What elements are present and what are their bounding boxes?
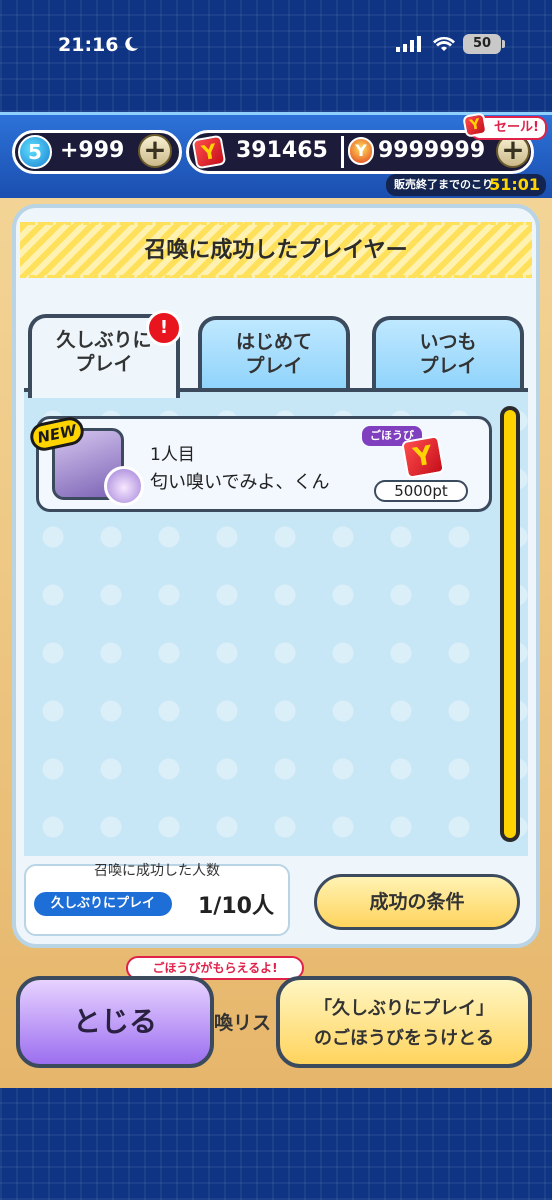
ymoney-value: 391465 xyxy=(236,138,328,163)
stamina-value: +999 xyxy=(60,138,125,163)
summon-count-value: 1/10人 xyxy=(198,894,274,919)
close-button[interactable]: とじる xyxy=(16,976,214,1068)
add-stamina-button[interactable]: + xyxy=(138,134,172,168)
status-time: 21:16 xyxy=(58,34,119,56)
summon-list-label: 喚リス xyxy=(214,1012,272,1034)
ymoney-icon: Y xyxy=(191,134,227,170)
avatar-character-icon xyxy=(104,466,144,506)
moon-icon xyxy=(125,36,138,51)
bottom-background xyxy=(0,1088,552,1200)
currency-divider xyxy=(341,136,344,168)
sale-y-icon: Y xyxy=(462,112,488,138)
scrollbar-thumb[interactable] xyxy=(504,410,516,838)
player-rank: 1人目 xyxy=(150,445,195,465)
gem-value: 9999999 xyxy=(378,138,486,163)
signal-icon xyxy=(396,36,421,52)
sale-timer-value: 51:01 xyxy=(489,175,540,194)
success-conditions-button[interactable]: 成功の条件 xyxy=(314,874,520,930)
player-name: 匂い嗅いでみよ、くん xyxy=(150,472,330,493)
stamina-icon: 5 xyxy=(18,135,52,169)
tab-always-play-label: いつも プレイ xyxy=(419,331,477,377)
claim-reward-label: 「久しぶりにプレイ」 のごほうびをうけとる xyxy=(314,998,494,1049)
reward-amount: 5000pt xyxy=(374,480,468,502)
tab-first-time-play-label: はじめて プレイ xyxy=(235,331,312,377)
reward-ymoney-icon: Y xyxy=(400,434,446,480)
sale-timer: 販売終了までのこり 51:01 xyxy=(386,174,546,196)
wifi-icon xyxy=(433,36,455,51)
claim-reward-button[interactable]: 「久しぶりにプレイ」 のごほうびをうけとる xyxy=(276,976,532,1068)
battery-icon: 50 xyxy=(463,34,505,54)
summon-count-category: 久しぶりにプレイ xyxy=(34,892,172,916)
summon-count-title: 召喚に成功した人数 xyxy=(94,863,220,879)
sale-timer-label: 販売終了までのこり xyxy=(394,178,493,191)
modal-title: 召喚に成功したプレイヤー xyxy=(144,238,408,263)
tab-always-play[interactable]: いつも プレイ xyxy=(372,316,524,390)
tab-alert-badge: ! xyxy=(146,310,182,346)
status-bar-background xyxy=(0,0,552,112)
gem-icon: Y xyxy=(348,137,374,165)
tab-long-time-play-label: 久しぶりに プレイ xyxy=(56,329,152,375)
tab-first-time-play[interactable]: はじめて プレイ xyxy=(198,316,350,390)
